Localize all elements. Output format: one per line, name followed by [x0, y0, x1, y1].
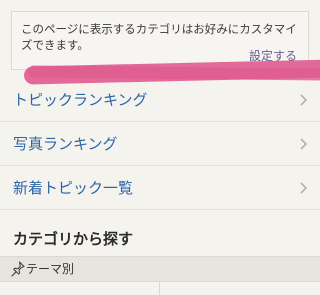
ranking-menu: トピックランキング 写真ランキング 新着トピック一覧: [0, 78, 320, 210]
grid-divider: [159, 282, 160, 295]
pin-icon: [11, 261, 25, 277]
chevron-right-icon: [300, 138, 308, 150]
chevron-right-icon: [300, 182, 308, 194]
menu-item-topic-ranking[interactable]: トピックランキング: [0, 78, 320, 122]
menu-item-new-topics[interactable]: 新着トピック一覧: [0, 166, 320, 210]
theme-category-header[interactable]: テーマ別: [0, 256, 320, 281]
menu-item-label: 写真ランキング: [13, 135, 118, 153]
menu-item-photo-ranking[interactable]: 写真ランキング: [0, 122, 320, 166]
screen: このページに表示するカテゴリはお好みにカスタマイズできます。 設定する トピック…: [0, 0, 320, 295]
menu-item-label: トピックランキング: [13, 91, 148, 109]
menu-item-label: 新着トピック一覧: [13, 179, 134, 197]
section-title: カテゴリから探す: [13, 230, 134, 248]
theme-category-label: テーマ別: [26, 262, 75, 276]
chevron-right-icon: [300, 94, 308, 106]
category-grid: [0, 281, 320, 295]
